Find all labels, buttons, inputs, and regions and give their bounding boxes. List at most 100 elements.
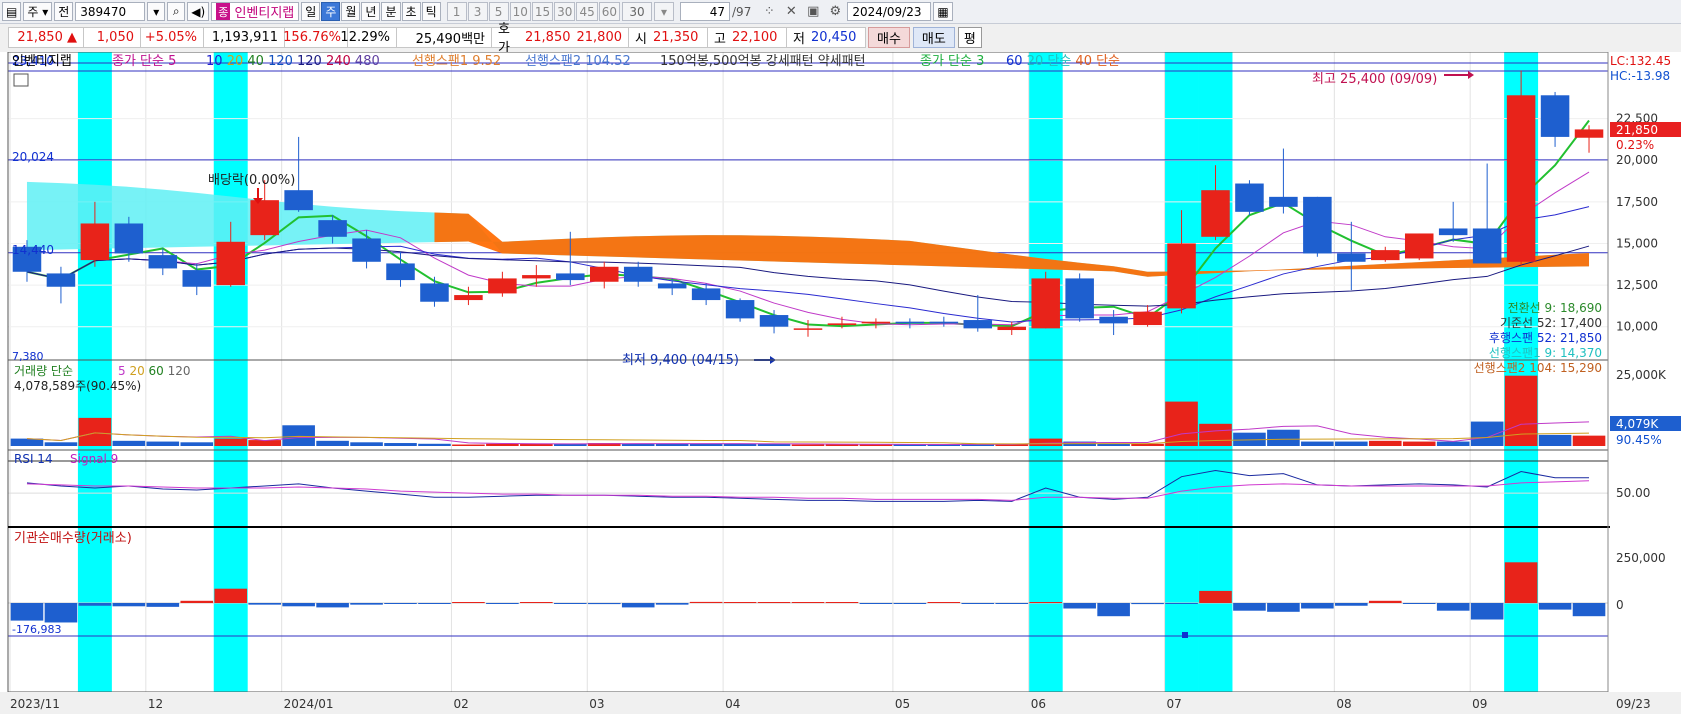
inst-bar [486,603,519,604]
eval-button[interactable]: 평 [957,26,982,48]
volume-bar [350,442,383,446]
period-tab-6[interactable]: 틱 [421,2,441,21]
candle-body [725,300,755,319]
code-dropdown-icon[interactable]: ▾ [147,2,166,21]
inst-bar [10,603,44,621]
minute-step-3[interactable]: 3 [467,2,488,21]
volume-bar [1402,441,1436,446]
inst-bar [553,603,587,604]
prev-button[interactable]: 전 [54,2,74,21]
sell-button[interactable]: 매도 [912,26,955,48]
candle-body [1371,250,1400,261]
period-tab-0[interactable]: 일 [301,2,321,21]
hc-label: HC:-13.98 [1610,69,1670,83]
candle-body [1438,228,1468,236]
minute-step-15[interactable]: 15 [531,2,554,21]
candle-body [216,241,245,286]
period-tab-3[interactable]: 년 [361,2,381,21]
price-axis-label: 12,500 [1616,278,1658,292]
price-axis-label: 10,000 [1616,320,1658,334]
minute-step-30[interactable]: 30 [554,2,576,21]
minute-step-60[interactable]: 60 [598,2,621,21]
count-dropdown-icon[interactable]: ▾ [654,2,675,21]
candle-body [1337,253,1366,262]
volume-bar [112,440,146,446]
inst-bar [1097,603,1130,617]
minute-step-1[interactable]: 1 [446,2,467,21]
candle-body [1404,233,1434,259]
inst-bar [1063,603,1096,609]
draw-tool-icon[interactable]: ✕ [781,2,801,21]
candle-body [148,255,178,269]
period-unit-select[interactable]: 주 ▾ [23,2,53,21]
high-label: 고 [714,31,726,47]
change-value: 1,050 [83,26,141,48]
legend-ma-label: 종가 단순 5 [112,54,176,69]
calendar-icon[interactable]: ▦ [933,2,953,21]
candle-body [1133,311,1162,326]
chart-background [0,52,1681,714]
period-tab-2[interactable]: 월 [341,2,361,21]
volume-panel-title: 거래량 단순 [14,364,73,378]
time-axis-label: 06 [1031,697,1046,711]
chart-layout-icon[interactable]: ▤ [2,2,22,21]
stock-chart[interactable]: 22,50020,00017,50015,00012,50010,000 23,… [0,52,1681,714]
legend-ma2-period: 60 [1006,54,1027,69]
legend-span1: 선행스팬1 9.52 [412,53,501,69]
ichimoku-label: 선행스팬2 104: 15,290 [1474,360,1602,375]
max-price-label: 최고 25,400 (09/09) [1312,72,1437,87]
inst-bar [1267,603,1300,612]
exchange-badge: 종 [216,3,231,20]
stock-name-field[interactable]: 종 인벤티지랩 [211,2,300,21]
volume-bar [825,444,859,446]
candle-body [182,270,212,287]
buy-button[interactable]: 매수 [868,26,910,48]
inst-bar [1029,602,1063,603]
candle-body [1472,228,1502,264]
minute-step-45[interactable]: 45 [576,2,598,21]
time-axis-bg [0,692,1681,714]
candle-body [318,220,347,237]
gear-icon[interactable]: ⚙ [825,2,845,21]
inst-bar [859,603,893,604]
period-tab-1[interactable]: 주 [321,2,341,21]
volume-bar [214,438,248,446]
inst-min-label: -176,983 [12,623,61,636]
scatter-icon[interactable]: ⁘ [759,2,779,21]
inst-bar [418,603,451,604]
save-icon[interactable]: ▣ [803,2,823,21]
volume-bar [384,443,417,446]
volume-bar [418,443,451,446]
low-cell: 저 20,450 [786,26,866,48]
high-price: 22,100 [731,29,778,45]
date-input[interactable]: 2024/09/23 [847,2,932,21]
inst-bar [791,602,825,603]
legend-ma-period: 120 [297,54,326,69]
page-input[interactable]: 47 [680,2,731,21]
legend-ma-period: 20 [227,54,248,69]
legend-pattern: 150억봉,500억봉 강세패턴 약세패턴 [660,54,866,69]
inst-bar [44,603,78,623]
volume-bar [1538,434,1572,446]
inst-bar [282,603,315,607]
period-tab-4[interactable]: 분 [381,2,401,21]
period-tab-5[interactable]: 초 [401,2,421,21]
candle-body [861,321,891,324]
inst-axis-zero: 0 [1616,598,1624,612]
up-arrow-icon: ▲ [67,29,77,45]
dividend-label: 배당락(0.00%) [208,173,295,188]
current-price-tag-text: 21,850 [1616,123,1658,137]
candle-body [589,266,619,282]
time-axis-label: 2023/11 [10,697,60,711]
time-axis: 2023/11 12 2024/01 02 03 04 05 06 07 08 09 09/23 [0,692,1681,714]
time-axis-label: 02 [453,697,468,711]
volume-bar [1029,438,1063,446]
search-icon[interactable]: ⌕ [167,2,186,21]
turnover-rate: 12.29% [340,26,397,48]
speaker-icon[interactable]: ◀) [187,2,210,21]
count-input[interactable]: 30 [622,2,653,21]
chart-table-icon[interactable] [13,73,29,87]
inst-bar [384,603,417,604]
chart-toolbar: ▤ 주 ▾ 전 389470 ▾ ⌕ ◀) 종 인벤티지랩 일주월년분초틱 13… [0,0,1681,24]
stock-code-input[interactable]: 389470 [75,2,146,21]
